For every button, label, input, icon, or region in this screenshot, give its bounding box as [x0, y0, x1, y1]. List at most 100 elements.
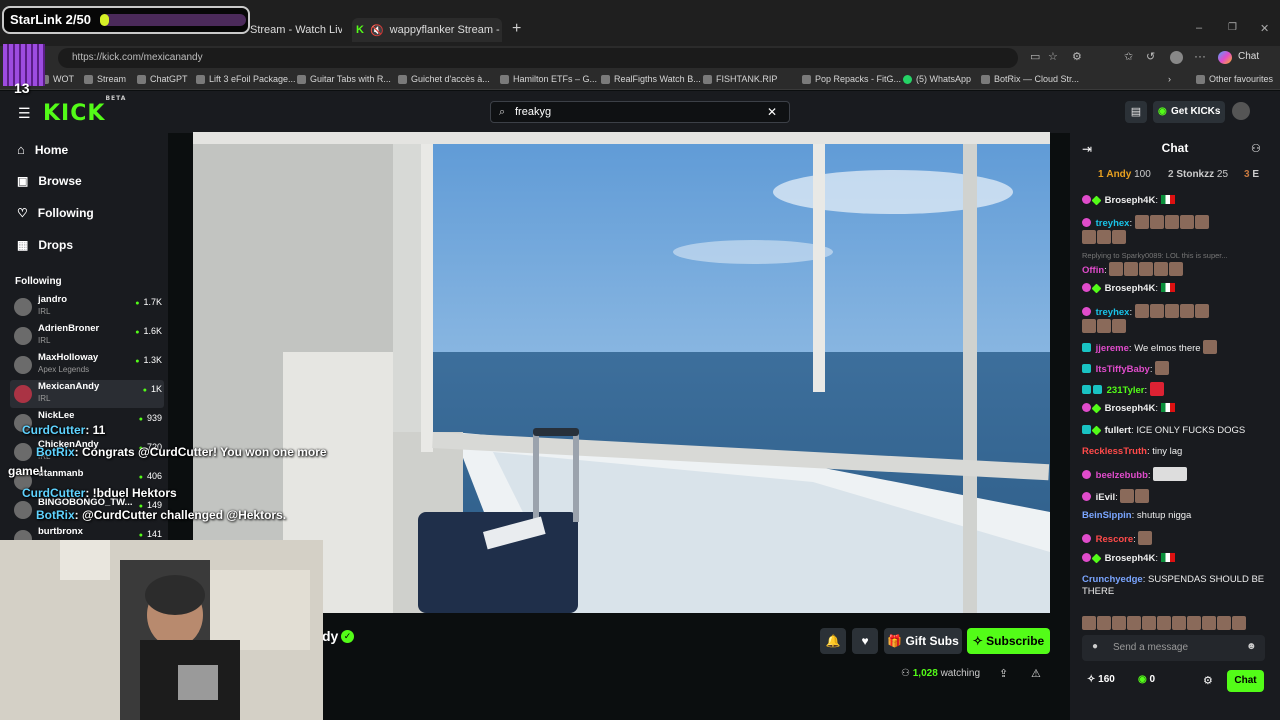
minimize-icon[interactable]: – — [1196, 22, 1202, 34]
emote[interactable] — [1172, 616, 1186, 630]
chat-username[interactable]: iEvil — [1096, 492, 1116, 503]
search-input[interactable]: ⌕ freakyg ✕ — [490, 101, 790, 123]
chat-username[interactable]: Rescore — [1096, 534, 1134, 545]
followed-channel-active[interactable]: MexicanAndy IRL 1K — [10, 380, 164, 408]
channel-points[interactable]: ✧ 160 — [1087, 674, 1115, 685]
followed-channel[interactable]: AdrienBroner IRL 1.6K — [10, 322, 164, 350]
chat-settings-gear-icon[interactable]: ⚙ — [1203, 674, 1213, 687]
browser-tab[interactable]: Stream - Watch Live or ✕ — [250, 18, 342, 42]
emote — [1154, 262, 1169, 276]
channel-category: IRL — [38, 336, 51, 345]
clear-search-icon[interactable]: ✕ — [767, 102, 777, 122]
chat-username[interactable]: Offin — [1082, 265, 1104, 276]
close-window-icon[interactable]: ✕ — [1260, 22, 1269, 35]
bookmark-label: Lift 3 eFoil Package... — [209, 74, 296, 84]
history-icon[interactable]: ↺ — [1146, 50, 1155, 63]
nav-browse[interactable]: ▣ Browse — [17, 174, 82, 188]
kicks-balance[interactable]: ◉ 0 — [1138, 674, 1155, 685]
emote[interactable] — [1127, 616, 1141, 630]
more-options-icon[interactable]: ··· — [1194, 49, 1206, 63]
bookmark-item[interactable]: FISHTANK.RIP — [703, 74, 777, 84]
streamer-name[interactable]: dy — [322, 628, 338, 644]
report-warning-icon[interactable]: ⚠ — [1031, 667, 1041, 680]
send-chat-button[interactable]: Chat — [1227, 670, 1264, 692]
bookmark-item[interactable]: Guichet d'accès à... — [398, 74, 490, 84]
bookmark-item[interactable]: Hamilton ETFs – G... — [500, 74, 597, 84]
notification-bell-button[interactable]: 🔔 — [820, 628, 846, 654]
emote[interactable] — [1187, 616, 1201, 630]
emote[interactable] — [1097, 616, 1111, 630]
chat-username[interactable]: ItsTiffyBaby — [1096, 364, 1150, 375]
browser-tab-active[interactable]: K 🔇 wappyflanker Stream - Watch ✕ — [352, 18, 502, 42]
read-aloud-icon[interactable]: ▭ — [1030, 50, 1040, 63]
bookmark-item[interactable]: Pop Repacks - FitG... — [802, 74, 901, 84]
muted-speaker-icon[interactable]: 🔇 — [370, 24, 384, 37]
emote — [1097, 230, 1111, 244]
favorites-icon[interactable]: ✩ — [1124, 50, 1133, 63]
copilot-chat-label[interactable]: Chat — [1238, 51, 1259, 62]
maximize-icon[interactable]: ❐ — [1228, 22, 1237, 33]
emote[interactable] — [1232, 616, 1246, 630]
sub-badge-icon — [1082, 553, 1091, 562]
gift-subs-button[interactable]: 🎁 Gift Subs — [884, 628, 962, 654]
get-kicks-button[interactable]: ◉ Get KICKs — [1153, 101, 1225, 123]
chat-username[interactable]: 231Tyler — [1107, 385, 1145, 396]
bookmark-item[interactable]: Lift 3 eFoil Package... — [196, 74, 296, 84]
og-badge-icon — [1091, 553, 1102, 564]
chat-username[interactable]: fullert — [1105, 425, 1131, 436]
followed-channel[interactable]: jandro IRL 1.7K — [10, 293, 164, 321]
bookmark-item[interactable]: BotRix — Cloud Str... — [981, 74, 1079, 84]
chat-users-icon[interactable]: ⚇ — [1251, 142, 1261, 155]
user-avatar[interactable] — [1232, 102, 1250, 120]
bookmark-item[interactable]: ChatGPT — [137, 74, 188, 84]
favorite-star-icon[interactable]: ☆ — [1048, 50, 1058, 63]
chat-username[interactable]: treyhex — [1096, 218, 1130, 229]
bookmark-item[interactable]: (5) WhatsApp — [903, 74, 971, 84]
chat-username[interactable]: Broseph4K — [1105, 403, 1156, 414]
chat-username[interactable]: beelzebubb — [1096, 470, 1148, 481]
bookmark-item[interactable]: Guitar Tabs with R... — [297, 74, 391, 84]
bookmark-item[interactable]: Stream — [84, 74, 126, 84]
chat-username[interactable]: Broseph4K — [1105, 195, 1156, 206]
emote[interactable] — [1157, 616, 1171, 630]
bookmark-label: (5) WhatsApp — [916, 74, 972, 84]
emote[interactable] — [1082, 616, 1096, 630]
follow-heart-button[interactable]: ♥ — [852, 628, 878, 654]
bookmark-item[interactable]: WOT — [40, 74, 74, 84]
theater-mode-icon[interactable]: ▤ — [1125, 101, 1147, 123]
chat-username[interactable]: Crunchyedge — [1082, 574, 1143, 585]
chat-title: Chat — [1161, 141, 1189, 155]
other-favourites[interactable]: Other favourites — [1196, 74, 1273, 84]
menu-icon[interactable]: ☰ — [18, 105, 31, 122]
emote-bar[interactable] — [1082, 614, 1272, 630]
nav-drops[interactable]: ▦ Drops — [17, 238, 73, 252]
chat-username[interactable]: BeinSippin — [1082, 510, 1132, 521]
emote — [1139, 262, 1154, 276]
kick-logo[interactable]: KICKBETA — [43, 95, 126, 126]
chat-text: shutup nigga — [1136, 510, 1192, 521]
profile-avatar[interactable] — [1170, 51, 1183, 64]
emote[interactable] — [1112, 616, 1126, 630]
copilot-icon[interactable] — [1218, 51, 1232, 64]
chat-username[interactable]: RecklessTruth — [1082, 446, 1147, 457]
emoji-picker-icon[interactable]: ☻ — [1246, 641, 1257, 652]
chat-username[interactable]: Broseph4K — [1105, 553, 1156, 564]
emote[interactable] — [1142, 616, 1156, 630]
chat-username[interactable]: Broseph4K — [1105, 283, 1156, 294]
chat-username[interactable]: treyhex — [1096, 307, 1130, 318]
overlay-text: : Congrats @CurdCutter! You won one more — [74, 445, 327, 459]
emote[interactable] — [1202, 616, 1216, 630]
emote[interactable] — [1217, 616, 1231, 630]
chat-input[interactable]: ● Send a message ☻ — [1082, 635, 1265, 661]
chat-username[interactable]: jjereme — [1096, 343, 1129, 354]
subscribe-button[interactable]: ✧ Subscribe — [967, 628, 1050, 654]
bookmark-item[interactable]: RealFigths Watch B... — [601, 74, 701, 84]
url-field[interactable]: https://kick.com/mexicanandy — [58, 48, 1018, 68]
nav-home[interactable]: ⌂ Home — [17, 142, 68, 157]
nav-following[interactable]: ♡ Following — [17, 206, 94, 220]
extensions-icon[interactable]: ⚙ — [1072, 50, 1082, 63]
followed-channel[interactable]: MaxHolloway Apex Legends 1.3K — [10, 351, 164, 379]
new-tab-icon[interactable]: + — [512, 20, 521, 38]
share-icon[interactable]: ⇪ — [999, 667, 1008, 680]
bookmarks-overflow-icon[interactable]: › — [1168, 74, 1171, 84]
